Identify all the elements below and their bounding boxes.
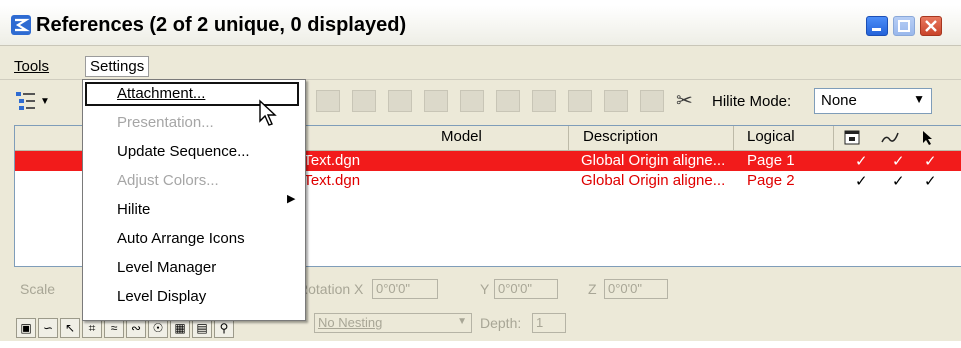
minimize-icon — [872, 28, 881, 31]
menu-item-hilite[interactable]: Hilite — [117, 201, 150, 218]
window-title: References (2 of 2 unique, 0 displayed) — [36, 14, 407, 36]
reference-tool-icon[interactable] — [604, 90, 628, 112]
menu-item-adjust-colors: Adjust Colors... — [117, 172, 219, 189]
title-bar[interactable]: References (2 of 2 unique, 0 displayed) — [0, 5, 961, 46]
menu-item-attachment[interactable]: Attachment... — [117, 85, 205, 102]
raster-icon[interactable]: ▦ — [170, 318, 190, 338]
scale-label: Scale — [20, 281, 56, 297]
display-check[interactable]: ✓ — [855, 172, 868, 190]
depth-label: Depth: — [480, 315, 522, 331]
reference-tool-icon[interactable] — [424, 90, 448, 112]
chevron-down-icon: ▼ — [913, 92, 925, 106]
hilite-icon[interactable]: ✂ — [676, 88, 693, 113]
column-divider[interactable] — [833, 126, 834, 150]
reference-tool-icon[interactable] — [532, 90, 556, 112]
list-view-dropdown-icon[interactable]: ▼ — [40, 96, 50, 107]
reference-tool-icon[interactable] — [640, 90, 664, 112]
reference-tool-icon[interactable] — [460, 90, 484, 112]
scale-line-styles-icon[interactable]: ⌗ — [82, 318, 102, 338]
locate-column-icon[interactable] — [920, 130, 934, 146]
display-column-icon[interactable] — [844, 130, 860, 146]
minimize-button[interactable] — [866, 16, 888, 36]
nesting-select[interactable]: No Nesting ▼ — [314, 313, 472, 333]
description-cell: Global Origin aligne... — [581, 152, 726, 169]
column-divider[interactable] — [568, 126, 569, 150]
menu-item-level-manager[interactable]: Level Manager — [117, 259, 216, 276]
column-header-model[interactable]: Model — [441, 128, 482, 145]
menu-tools[interactable]: Tools — [10, 57, 53, 76]
hilite-mode-value: None — [821, 92, 857, 109]
rotation-z-field[interactable]: 0°0'0" — [604, 279, 668, 299]
locate-toggle-icon[interactable]: ↖ — [60, 318, 80, 338]
clip-icon[interactable]: ☉ — [148, 318, 168, 338]
hilite-mode-select[interactable]: None ▼ — [814, 88, 932, 114]
snap-column-icon[interactable] — [880, 130, 900, 146]
menu-item-auto-arrange-icons[interactable]: Auto Arrange Icons — [117, 230, 245, 247]
column-header-logical[interactable]: Logical — [747, 128, 795, 145]
logical-cell: Page 2 — [747, 172, 795, 189]
menu-item-update-sequence[interactable]: Update Sequence... — [117, 143, 250, 160]
close-button[interactable] — [920, 16, 942, 36]
true-scale-icon[interactable]: ≈ — [104, 318, 124, 338]
display-check[interactable]: ✓ — [855, 152, 868, 170]
logical-cell: Page 1 — [747, 152, 795, 169]
snap-toggle-icon[interactable]: ∽ — [38, 318, 58, 338]
rotation-y-label: Y — [480, 281, 490, 297]
reference-tool-icon[interactable] — [352, 90, 376, 112]
snap-mode-icon[interactable]: ∾ — [126, 318, 146, 338]
snap-check[interactable]: ✓ — [892, 172, 905, 190]
mouse-pointer-icon — [259, 99, 277, 126]
hint-icon[interactable]: ⚲ — [214, 318, 234, 338]
hilite-mode-label: Hilite Mode: — [712, 93, 792, 110]
reference-tool-icon[interactable] — [316, 90, 340, 112]
rotation-z-label: Z — [588, 281, 597, 297]
menu-settings[interactable]: Settings — [85, 56, 150, 77]
menu-item-presentation: Presentation... — [117, 114, 214, 131]
snap-check[interactable]: ✓ — [892, 152, 905, 170]
column-header-description[interactable]: Description — [583, 128, 658, 145]
display-toggle-icon[interactable]: ▣ — [16, 318, 36, 338]
depth-field[interactable]: 1 — [532, 313, 566, 333]
menu-bar: Tools Settings — [0, 55, 961, 80]
reference-tool-icon[interactable] — [388, 90, 412, 112]
description-cell: Global Origin aligne... — [581, 172, 726, 189]
locate-check[interactable]: ✓ — [924, 172, 937, 190]
rotation-x-field[interactable]: 0°0'0" — [372, 279, 438, 299]
list-view-icon[interactable] — [14, 90, 38, 112]
maximize-button[interactable] — [893, 16, 915, 36]
reference-tool-icon[interactable] — [496, 90, 520, 112]
reference-tool-icon[interactable] — [568, 90, 592, 112]
maximize-icon — [898, 20, 910, 32]
submenu-arrow-icon: ▶ — [287, 193, 296, 205]
locate-check[interactable]: ✓ — [924, 152, 937, 170]
references-app-icon — [11, 15, 31, 35]
references-window: References (2 of 2 unique, 0 displayed) … — [0, 5, 961, 341]
rotation-y-field[interactable]: 0°0'0" — [494, 279, 558, 299]
level-icon[interactable]: ▤ — [192, 318, 212, 338]
nesting-value: No Nesting — [318, 315, 383, 330]
rotation-x-label: Rotation X — [298, 281, 364, 297]
column-divider[interactable] — [733, 126, 734, 150]
close-icon — [925, 20, 937, 32]
chevron-down-icon: ▼ — [457, 316, 467, 327]
menu-item-level-display[interactable]: Level Display — [117, 288, 206, 305]
